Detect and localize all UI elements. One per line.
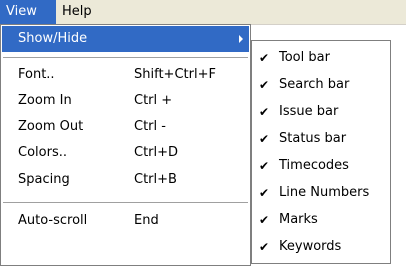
show-hide-submenu: ✔ Tool bar ✔ Search bar ✔ Issue bar ✔ St…: [251, 40, 391, 264]
submenu-item-label: Status bar: [279, 131, 347, 146]
menu-item-shortcut: Ctrl +: [134, 93, 173, 108]
menu-view[interactable]: View: [0, 0, 56, 24]
checkmark-icon: ✔: [259, 159, 270, 173]
submenu-item-label: Marks: [279, 212, 318, 227]
submenu-arrow-icon: [239, 35, 243, 43]
menu-item-shortcut: Shift+Ctrl+F: [134, 67, 216, 82]
menu-separator: [3, 202, 248, 204]
menu-item-shortcut: End: [134, 213, 159, 228]
submenu-item-issue-bar[interactable]: ✔ Issue bar: [253, 98, 389, 126]
submenu-item-label: Keywords: [279, 239, 342, 254]
menu-item-shortcut: Ctrl+B: [134, 172, 177, 187]
checkmark-icon: ✔: [259, 51, 270, 65]
menu-item-show-hide[interactable]: Show/Hide: [2, 26, 249, 52]
checkmark-icon: ✔: [259, 213, 270, 227]
checkmark-icon: ✔: [259, 186, 270, 200]
menu-item-label: Spacing: [18, 172, 70, 187]
menu-help[interactable]: Help: [56, 0, 106, 24]
menu-item-label: Font..: [18, 67, 55, 82]
menu-item-font[interactable]: Font.. Shift+Ctrl+F: [2, 62, 249, 88]
submenu-item-label: Line Numbers: [279, 185, 370, 200]
menu-item-shortcut: Ctrl -: [134, 119, 166, 134]
menu-item-zoom-in[interactable]: Zoom In Ctrl +: [2, 88, 249, 114]
submenu-item-label: Timecodes: [279, 158, 349, 173]
menu-help-label: Help: [62, 4, 92, 19]
menu-view-label: View: [6, 4, 37, 19]
menu-separator: [3, 57, 248, 59]
submenu-item-label: Tool bar: [279, 50, 330, 65]
submenu-item-search-bar[interactable]: ✔ Search bar: [253, 71, 389, 99]
menu-item-label: Show/Hide: [18, 31, 88, 46]
checkmark-icon: ✔: [259, 240, 270, 254]
checkmark-icon: ✔: [259, 105, 270, 119]
submenu-item-keywords[interactable]: ✔ Keywords: [253, 233, 389, 261]
menu-item-label: Zoom In: [18, 93, 72, 108]
menu-item-auto-scroll[interactable]: Auto-scroll End: [2, 208, 249, 234]
menu-item-zoom-out[interactable]: Zoom Out Ctrl -: [2, 114, 249, 140]
submenu-item-status-bar[interactable]: ✔ Status bar: [253, 125, 389, 153]
submenu-item-marks[interactable]: ✔ Marks: [253, 206, 389, 234]
submenu-item-label: Search bar: [279, 77, 350, 92]
menu-item-colors[interactable]: Colors.. Ctrl+D: [2, 140, 249, 166]
menu-item-label: Zoom Out: [18, 119, 84, 134]
view-menu: Show/Hide Font.. Shift+Ctrl+F Zoom In Ct…: [0, 24, 251, 266]
menu-item-label: Colors..: [18, 145, 67, 160]
menu-item-shortcut: Ctrl+D: [134, 145, 179, 160]
checkmark-icon: ✔: [259, 78, 270, 92]
submenu-item-label: Issue bar: [279, 104, 339, 119]
submenu-item-tool-bar[interactable]: ✔ Tool bar: [253, 44, 389, 72]
submenu-item-timecodes[interactable]: ✔ Timecodes: [253, 152, 389, 180]
menu-item-spacing[interactable]: Spacing Ctrl+B: [2, 167, 249, 193]
checkmark-icon: ✔: [259, 132, 270, 146]
menu-item-label: Auto-scroll: [18, 213, 88, 228]
menu-bar: View Help: [0, 0, 406, 25]
submenu-item-line-numbers[interactable]: ✔ Line Numbers: [253, 179, 389, 207]
